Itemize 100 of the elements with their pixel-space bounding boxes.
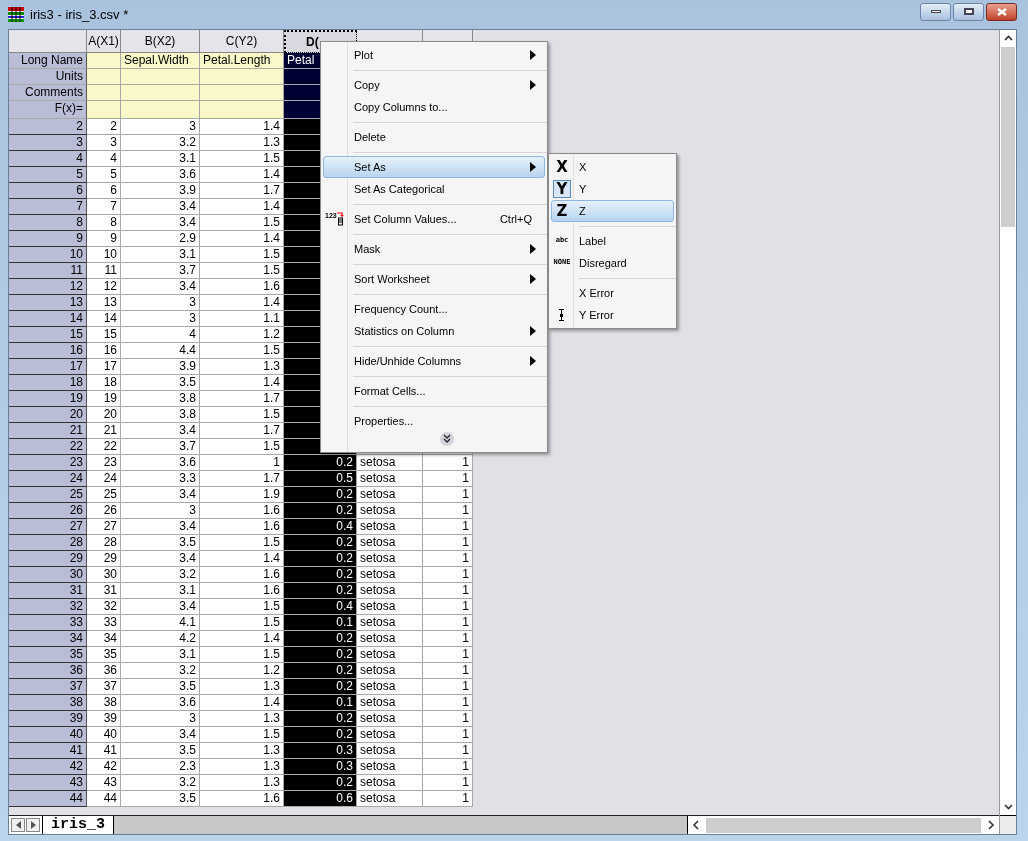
submenu-item[interactable]: Y Error: [551, 304, 674, 326]
table-cell: 1: [423, 615, 473, 631]
column-header[interactable]: B(X2): [121, 30, 200, 53]
table-cell: 3: [87, 135, 121, 151]
table-cell: 3.6: [121, 695, 200, 711]
table-cell: 1: [423, 663, 473, 679]
table-cell: 0.2: [284, 711, 357, 727]
window-title: iris3 - iris_3.csv *: [30, 5, 129, 24]
horizontal-scrollbar[interactable]: [688, 816, 999, 834]
table-cell: 1.7: [200, 471, 284, 487]
submenu-item[interactable]: X Error: [551, 282, 674, 304]
table-cell: 1.6: [200, 519, 284, 535]
row-header: 28: [9, 535, 87, 551]
table-cell: 4.2: [121, 631, 200, 647]
table-cell: 0.5: [284, 471, 357, 487]
table-cell: 37: [87, 679, 121, 695]
row-header: 9: [9, 231, 87, 247]
menu-item[interactable]: Frequency Count...: [323, 298, 545, 320]
previous-sheet-button[interactable]: [11, 818, 25, 832]
table-cell: 35: [87, 647, 121, 663]
table-cell: 0.2: [284, 727, 357, 743]
table-cell: 2.9: [121, 231, 200, 247]
table-cell: 3.2: [121, 567, 200, 583]
table-cell: 22: [87, 439, 121, 455]
row-header: 40: [9, 727, 87, 743]
table-cell: 1.1: [200, 311, 284, 327]
menu-item[interactable]: Format Cells...: [323, 380, 545, 402]
submenu-item[interactable]: Z Z: [551, 200, 674, 222]
row-header: 22: [9, 439, 87, 455]
table-cell: 1.5: [200, 599, 284, 615]
menu-item[interactable]: Hide/Unhide Columns: [323, 350, 545, 372]
size-grip[interactable]: [1000, 815, 1016, 834]
table-cell: setosa: [357, 487, 423, 503]
scroll-right-icon[interactable]: [985, 819, 997, 831]
table-cell: 24: [87, 471, 121, 487]
table-cell: 4: [87, 151, 121, 167]
table-cell: 3.8: [121, 407, 200, 423]
table-cell: 1.4: [200, 199, 284, 215]
maximize-button[interactable]: [953, 2, 984, 21]
menu-item[interactable]: Sort Worksheet: [323, 268, 545, 290]
table-cell: 3.7: [121, 439, 200, 455]
close-button[interactable]: [986, 2, 1017, 21]
row-header: 13: [9, 295, 87, 311]
table-cell: 3.6: [121, 455, 200, 471]
table-cell: 0.6: [284, 791, 357, 807]
table-cell: 0.2: [284, 503, 357, 519]
table-cell: 3.3: [121, 471, 200, 487]
table-cell: 12: [87, 279, 121, 295]
menu-item[interactable]: Properties...: [323, 410, 545, 432]
table-cell: 1.4: [200, 695, 284, 711]
table-cell: 3.5: [121, 743, 200, 759]
minimize-button[interactable]: [920, 2, 951, 21]
table-cell: setosa: [357, 503, 423, 519]
menu-item[interactable]: Copy Columns to...: [323, 96, 545, 118]
table-cell: 1: [423, 647, 473, 663]
table-cell: 0.2: [284, 663, 357, 679]
table-cell: 1.5: [200, 407, 284, 423]
table-cell: 0.2: [284, 551, 357, 567]
row-header: 25: [9, 487, 87, 503]
menu-item[interactable]: Copy: [323, 74, 545, 96]
axis-glyph: Y: [553, 180, 571, 198]
table-cell: 3.1: [121, 247, 200, 263]
next-sheet-button[interactable]: [26, 818, 40, 832]
menu-item[interactable]: Set As: [323, 156, 545, 178]
menu-item[interactable]: Statistics on Column: [323, 320, 545, 342]
table-cell: 1.3: [200, 711, 284, 727]
table-cell: 19: [87, 391, 121, 407]
row-header: 41: [9, 743, 87, 759]
table-cell: 1.9: [200, 487, 284, 503]
table-cell: 16: [87, 343, 121, 359]
table-cell: 3.4: [121, 487, 200, 503]
submenu-item[interactable]: X X: [551, 156, 674, 178]
table-cell: 3.4: [121, 727, 200, 743]
table-cell: 40: [87, 727, 121, 743]
table-cell: 17: [87, 359, 121, 375]
column-header[interactable]: C(Y2): [200, 30, 284, 53]
row-header: 44: [9, 791, 87, 807]
menu-item[interactable]: Mask: [323, 238, 545, 260]
table-cell: 39: [87, 711, 121, 727]
submenu-item[interactable]: Y Y: [551, 178, 674, 200]
table-cell: 1.6: [200, 791, 284, 807]
column-title: C(Y2): [225, 33, 258, 49]
sheet-tab[interactable]: iris_3: [42, 816, 114, 834]
table-cell: 3.4: [121, 551, 200, 567]
table-cell: 3.1: [121, 583, 200, 599]
table-cell: 10: [87, 247, 121, 263]
table-cell: 1: [423, 487, 473, 503]
menu-item[interactable]: Delete: [323, 126, 545, 148]
row-header: 33: [9, 615, 87, 631]
scroll-left-icon[interactable]: [690, 819, 702, 831]
menu-item[interactable]: Set As Categorical: [323, 178, 545, 200]
scrollbar-thumb[interactable]: [1001, 47, 1015, 227]
table-cell: 1.3: [200, 775, 284, 791]
table-cell: 14: [87, 311, 121, 327]
table-cell: 1: [423, 727, 473, 743]
table-cell: 3: [121, 119, 200, 135]
table-cell: setosa: [357, 567, 423, 583]
table-cell: 3.7: [121, 263, 200, 279]
left-arrow-icon: [15, 821, 21, 829]
expand-chevron-icon[interactable]: [440, 432, 454, 446]
